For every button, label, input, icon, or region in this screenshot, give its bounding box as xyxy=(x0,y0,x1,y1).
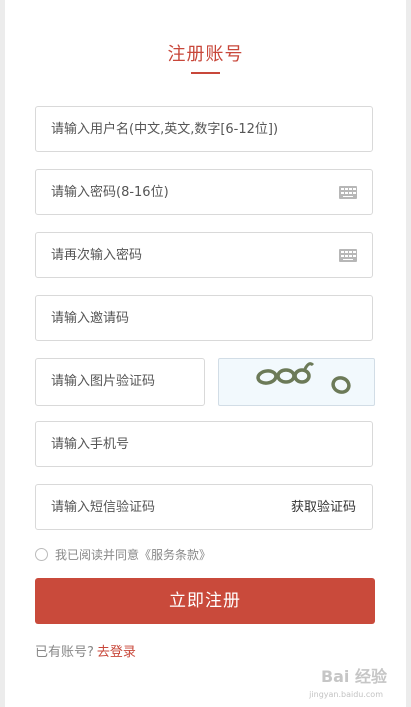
have-account-text: 已有账号? xyxy=(35,645,94,660)
agreement-text[interactable]: 我已阅读并同意《服务条款》 xyxy=(55,546,211,563)
sms-code-placeholder: 请输入短信验证码 xyxy=(51,500,156,515)
phone-placeholder: 请输入手机号 xyxy=(51,437,130,452)
agreement-radio[interactable] xyxy=(35,548,48,561)
login-row: 已有账号? 去登录 xyxy=(35,641,136,660)
watermark-url: jingyan.baidu.com xyxy=(309,690,383,699)
captcha-field[interactable]: 请输入图片验证码 xyxy=(35,358,205,406)
agreement-row: 我已阅读并同意《服务条款》 xyxy=(35,546,211,563)
keyboard-icon[interactable] xyxy=(339,186,357,199)
title-underline xyxy=(191,72,220,74)
captcha-image[interactable] xyxy=(218,358,375,406)
watermark-logo: Bai 经验 xyxy=(320,667,387,686)
invite-code-field[interactable]: 请输入邀请码 xyxy=(35,295,373,341)
register-card: 注册账号 请输入用户名(中文,英文,数字[6-12位]) 请输入密码(8-16位… xyxy=(5,0,406,707)
page-title: 注册账号 xyxy=(167,44,244,65)
phone-field[interactable]: 请输入手机号 xyxy=(35,421,373,467)
username-field[interactable]: 请输入用户名(中文,英文,数字[6-12位]) xyxy=(35,106,373,152)
login-link[interactable]: 去登录 xyxy=(97,645,136,660)
sms-code-field[interactable]: 请输入短信验证码 获取验证码 xyxy=(35,484,373,530)
captcha-placeholder: 请输入图片验证码 xyxy=(51,374,156,389)
register-button[interactable]: 立即注册 xyxy=(35,578,375,624)
invite-code-placeholder: 请输入邀请码 xyxy=(51,311,130,326)
confirm-password-field[interactable]: 请再次输入密码 xyxy=(35,232,373,278)
password-field[interactable]: 请输入密码(8-16位) xyxy=(35,169,373,215)
confirm-password-placeholder: 请再次输入密码 xyxy=(51,248,143,263)
username-placeholder: 请输入用户名(中文,英文,数字[6-12位]) xyxy=(51,122,279,137)
captcha-glyphs xyxy=(256,362,351,394)
password-placeholder: 请输入密码(8-16位) xyxy=(51,185,169,200)
get-sms-code-button[interactable]: 获取验证码 xyxy=(291,485,356,531)
keyboard-icon[interactable] xyxy=(339,249,357,262)
